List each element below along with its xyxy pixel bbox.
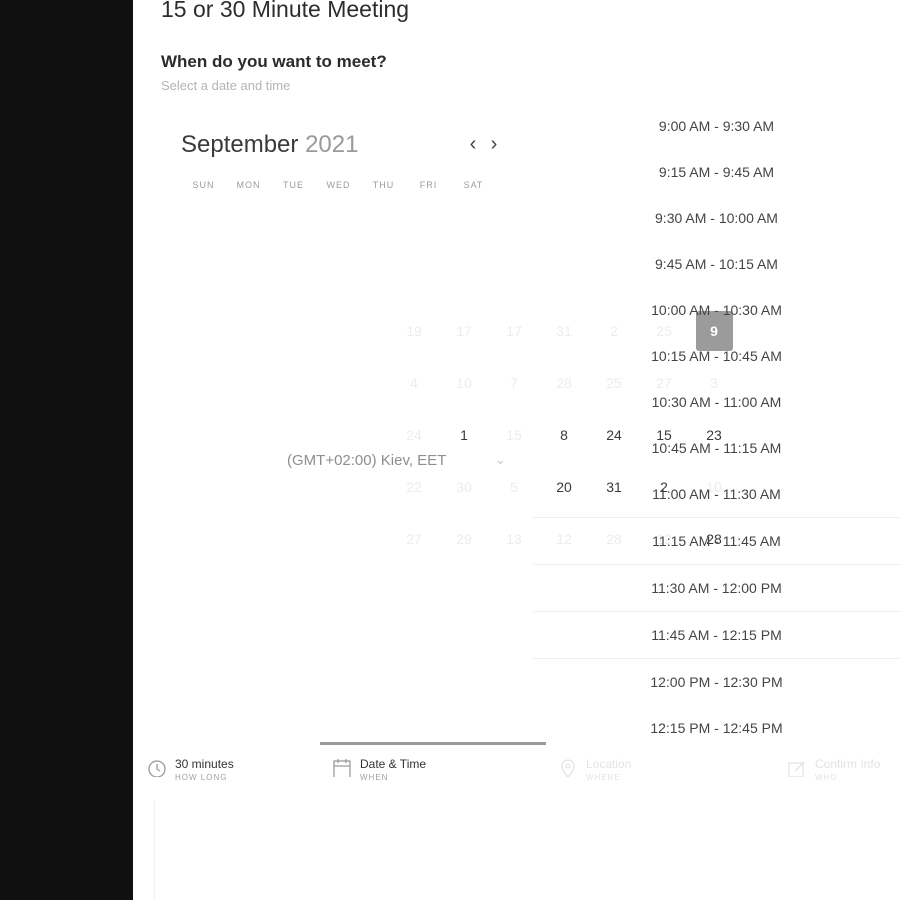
time-slot[interactable]: 11:15 AM - 11:45 AM <box>533 517 900 564</box>
calendar-day: 13 <box>506 531 522 547</box>
calendar-day: 7 <box>510 375 518 391</box>
step-label: Location <box>586 757 632 771</box>
scheduling-page: 15 or 30 Minute Meeting When do you want… <box>133 0 900 900</box>
calendar-month: September <box>181 131 299 158</box>
weekday-label: TUE <box>283 180 304 190</box>
step-where[interactable]: Location WHERE <box>558 757 631 782</box>
calendar-year: 2021 <box>305 131 359 158</box>
chevron-left-icon: ‹ <box>469 133 477 155</box>
step-how-long[interactable]: 30 minutes HOW LONG <box>147 757 234 782</box>
step-sublabel: HOW LONG <box>175 773 228 782</box>
location-pin-icon <box>558 757 578 778</box>
time-slot[interactable]: 12:15 PM - 12:45 PM <box>533 705 900 751</box>
calendar-day: 17 <box>506 323 522 339</box>
calendar-day: 27 <box>406 531 422 547</box>
calendar-day: 5 <box>510 479 518 495</box>
calendar-day: 30 <box>456 479 472 495</box>
time-slot[interactable]: 10:15 AM - 10:45 AM <box>533 333 900 379</box>
time-slot[interactable]: 10:30 AM - 11:00 AM <box>533 379 900 425</box>
divider <box>154 800 155 900</box>
edit-icon <box>787 757 807 778</box>
step-label: Date & Time <box>360 757 427 771</box>
calendar-day: 29 <box>456 531 472 547</box>
previous-month-button[interactable]: ‹ <box>463 133 483 155</box>
time-slot[interactable]: 11:00 AM - 11:30 AM <box>533 471 900 517</box>
calendar-day: 15 <box>506 427 522 443</box>
step-sublabel: WHO <box>815 773 838 782</box>
chevron-down-icon: ⌄ <box>495 452 506 467</box>
time-slot[interactable]: 9:30 AM - 10:00 AM <box>533 195 900 241</box>
calendar-day: 10 <box>456 375 472 391</box>
weekday-label: FRI <box>419 180 438 190</box>
time-slot[interactable]: 11:45 AM - 12:15 PM <box>533 611 900 658</box>
weekday-label: MON <box>236 180 261 190</box>
calendar-day[interactable]: 1 <box>439 427 489 443</box>
step-sublabel: WHEN <box>360 773 389 782</box>
question-heading: When do you want to meet? <box>161 52 387 71</box>
time-slot[interactable]: 10:00 AM - 10:30 AM <box>533 287 900 333</box>
step-when[interactable]: Date & Time WHEN <box>332 757 426 782</box>
step-who[interactable]: Confirm Info WHO <box>787 757 880 782</box>
next-month-button[interactable]: › <box>484 133 504 155</box>
calendar-month-year: September 2021 <box>181 131 358 159</box>
step-label: Confirm Info <box>815 757 881 771</box>
weekday-label: SUN <box>192 180 215 190</box>
step-sublabel: WHERE <box>586 773 621 782</box>
time-slot[interactable]: 9:45 AM - 10:15 AM <box>533 241 900 287</box>
dark-side-panel <box>0 0 133 900</box>
calendar-day: 4 <box>410 375 418 391</box>
page-title: 15 or 30 Minute Meeting <box>161 0 410 22</box>
calendar-icon <box>332 757 352 779</box>
time-slot-list: 9:00 AM - 9:30 AM 9:15 AM - 9:45 AM 9:30… <box>533 103 900 751</box>
chevron-right-icon: › <box>490 133 498 155</box>
time-slot[interactable]: 10:45 AM - 11:15 AM <box>533 425 900 471</box>
weekday-header: SUN MON TUE WED THU FRI SAT <box>181 180 496 190</box>
calendar-day: 24 <box>406 427 422 443</box>
calendar-day: 17 <box>456 323 472 339</box>
clock-icon <box>147 757 167 778</box>
question-subtitle: Select a date and time <box>161 78 291 93</box>
weekday-label: SAT <box>463 180 484 190</box>
weekday-label: WED <box>326 180 351 190</box>
time-slot[interactable]: 11:30 AM - 12:00 PM <box>533 564 900 611</box>
time-slot[interactable]: 9:00 AM - 9:30 AM <box>533 103 900 149</box>
step-label: 30 minutes <box>175 757 234 771</box>
weekday-label: THU <box>372 180 395 190</box>
time-slot[interactable]: 9:15 AM - 9:45 AM <box>533 149 900 195</box>
timezone-select[interactable]: (GMT+02:00) Kiev, EET <box>287 452 446 469</box>
step-progress-indicator <box>320 742 546 745</box>
calendar-day: 22 <box>406 479 422 495</box>
calendar-day: 19 <box>406 323 422 339</box>
time-slot[interactable]: 12:00 PM - 12:30 PM <box>533 658 900 705</box>
